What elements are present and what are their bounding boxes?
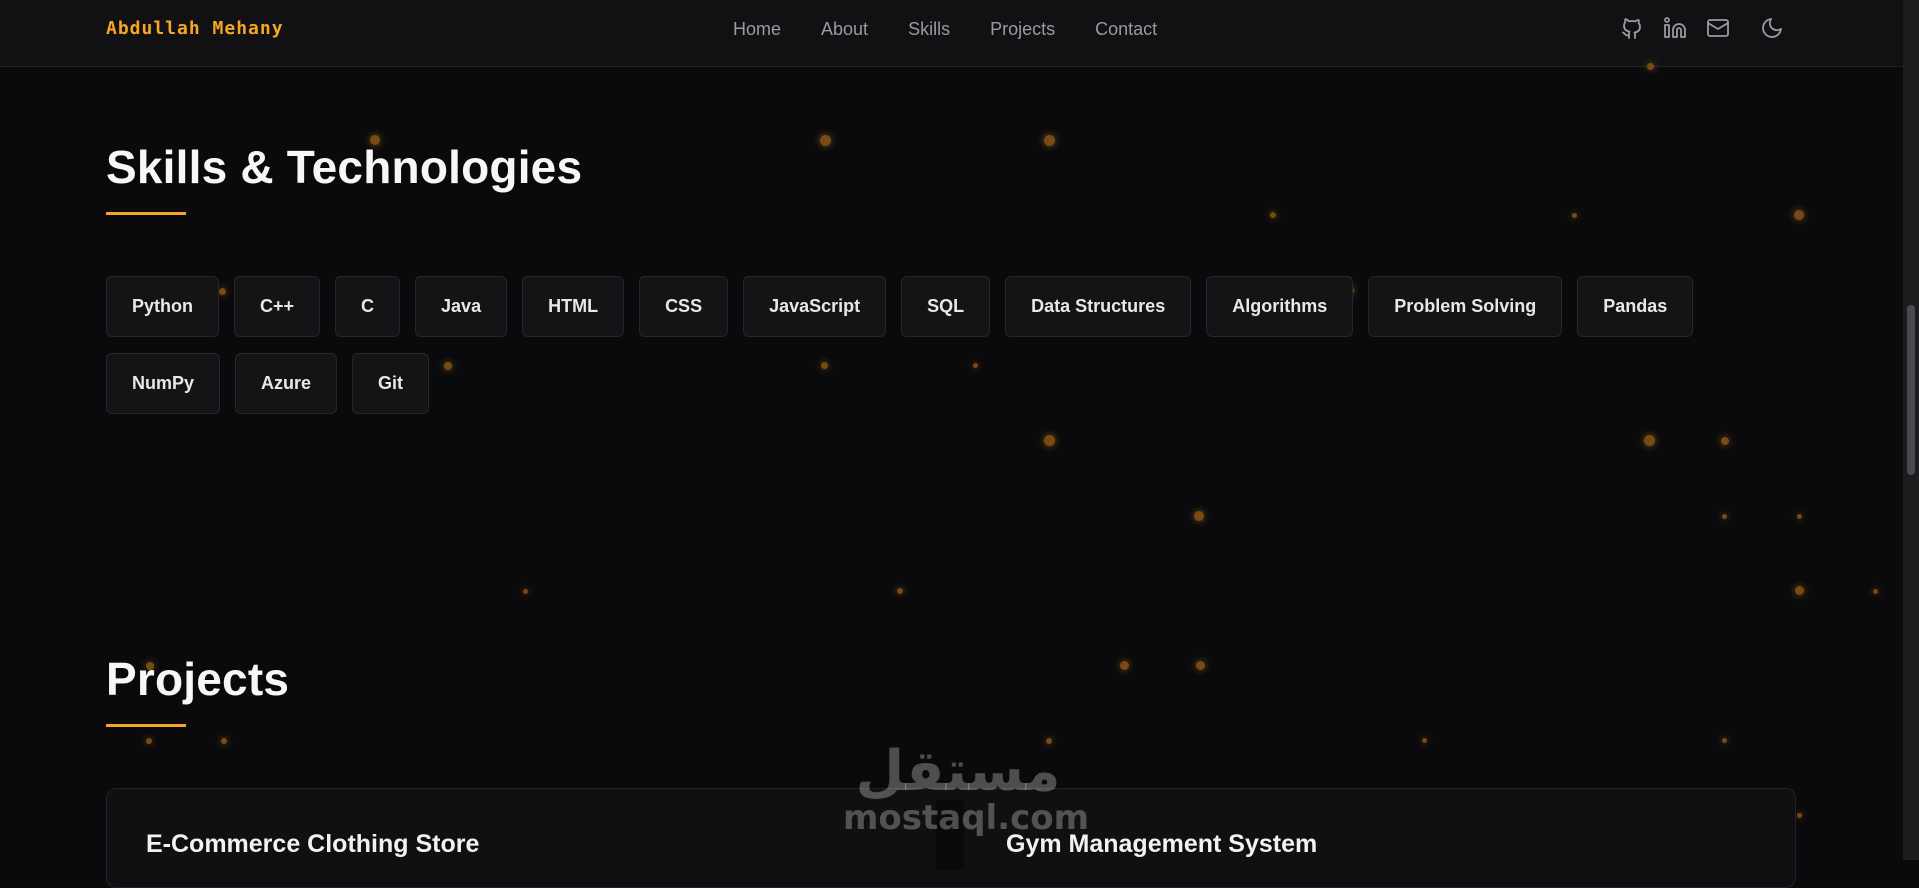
skill-chip-css[interactable]: CSS (639, 276, 729, 337)
skill-chip-javascript[interactable]: JavaScript (743, 276, 887, 337)
skill-chip-numpy[interactable]: NumPy (106, 353, 221, 414)
skill-chip-data-structures[interactable]: Data Structures (1005, 276, 1192, 337)
projects-section-title: Projects (106, 653, 290, 705)
particle-dot (1797, 514, 1802, 519)
skill-chip-pandas[interactable]: Pandas (1577, 276, 1694, 337)
moon-icon[interactable] (1760, 16, 1784, 40)
skills-list: Python C++ C Java HTML CSS JavaScript SQ… (106, 276, 1726, 414)
github-icon[interactable] (1620, 16, 1644, 40)
particle-dot (1120, 661, 1129, 670)
particle-dot (1721, 437, 1729, 445)
particle-dot (1797, 813, 1802, 818)
top-navigation-bar: Abdullah Mehany Home About Skills Projec… (0, 0, 1903, 67)
mail-icon[interactable] (1706, 16, 1730, 40)
projects-title-underline (106, 724, 186, 727)
particle-dot (1422, 738, 1427, 743)
particle-dot (1795, 586, 1804, 595)
particle-dot (146, 738, 152, 744)
nav-link-skills[interactable]: Skills (908, 19, 950, 40)
particle-dot (1270, 212, 1276, 218)
skill-chip-problem-solving[interactable]: Problem Solving (1368, 276, 1563, 337)
particle-dot (820, 135, 831, 146)
scrollbar-thumb[interactable] (1907, 305, 1915, 475)
linkedin-icon[interactable] (1663, 16, 1687, 40)
main-nav: Home About Skills Projects Contact (733, 19, 1157, 40)
particle-dot (523, 589, 528, 594)
particle-dot (1044, 435, 1055, 446)
particle-dot (1794, 210, 1804, 220)
nav-link-projects[interactable]: Projects (990, 19, 1055, 40)
skill-chip-python[interactable]: Python (106, 276, 219, 337)
skill-chip-c[interactable]: C (335, 276, 401, 337)
particle-dot (1873, 589, 1878, 594)
skills-section-title: Skills & Technologies (106, 141, 583, 193)
social-links (1620, 16, 1784, 40)
particle-dot (1647, 63, 1654, 70)
project-card-title[interactable]: E-Commerce Clothing Store (146, 830, 479, 859)
particle-dot (1722, 514, 1727, 519)
skill-chip-java[interactable]: Java (415, 276, 508, 337)
skill-chip-algorithms[interactable]: Algorithms (1206, 276, 1354, 337)
nav-link-about[interactable]: About (821, 19, 868, 40)
particle-dot (1044, 135, 1055, 146)
watermark-arabic-text: مستقل (855, 739, 1061, 804)
particle-dot (221, 738, 227, 744)
particle-dot (897, 588, 903, 594)
skill-chip-cpp[interactable]: C++ (234, 276, 321, 337)
watermark-latin-text: mostaql.com (843, 798, 1090, 838)
particle-dot (1644, 435, 1655, 446)
skill-chip-sql[interactable]: SQL (901, 276, 991, 337)
skill-chip-azure[interactable]: Azure (235, 353, 338, 414)
particle-dot (1196, 661, 1205, 670)
watermark-logo: مستقل mostaql.com (843, 739, 1090, 838)
brand-logo-text[interactable]: Abdullah Mehany (106, 18, 284, 39)
particle-dot (1722, 738, 1727, 743)
page-scrollbar[interactable] (1903, 0, 1919, 860)
skill-chip-git[interactable]: Git (352, 353, 430, 414)
skill-chip-html[interactable]: HTML (522, 276, 625, 337)
particle-dot (1572, 213, 1577, 218)
skills-title-underline (106, 212, 186, 215)
particle-dot (1194, 511, 1204, 521)
nav-link-contact[interactable]: Contact (1095, 19, 1157, 40)
nav-link-home[interactable]: Home (733, 19, 781, 40)
